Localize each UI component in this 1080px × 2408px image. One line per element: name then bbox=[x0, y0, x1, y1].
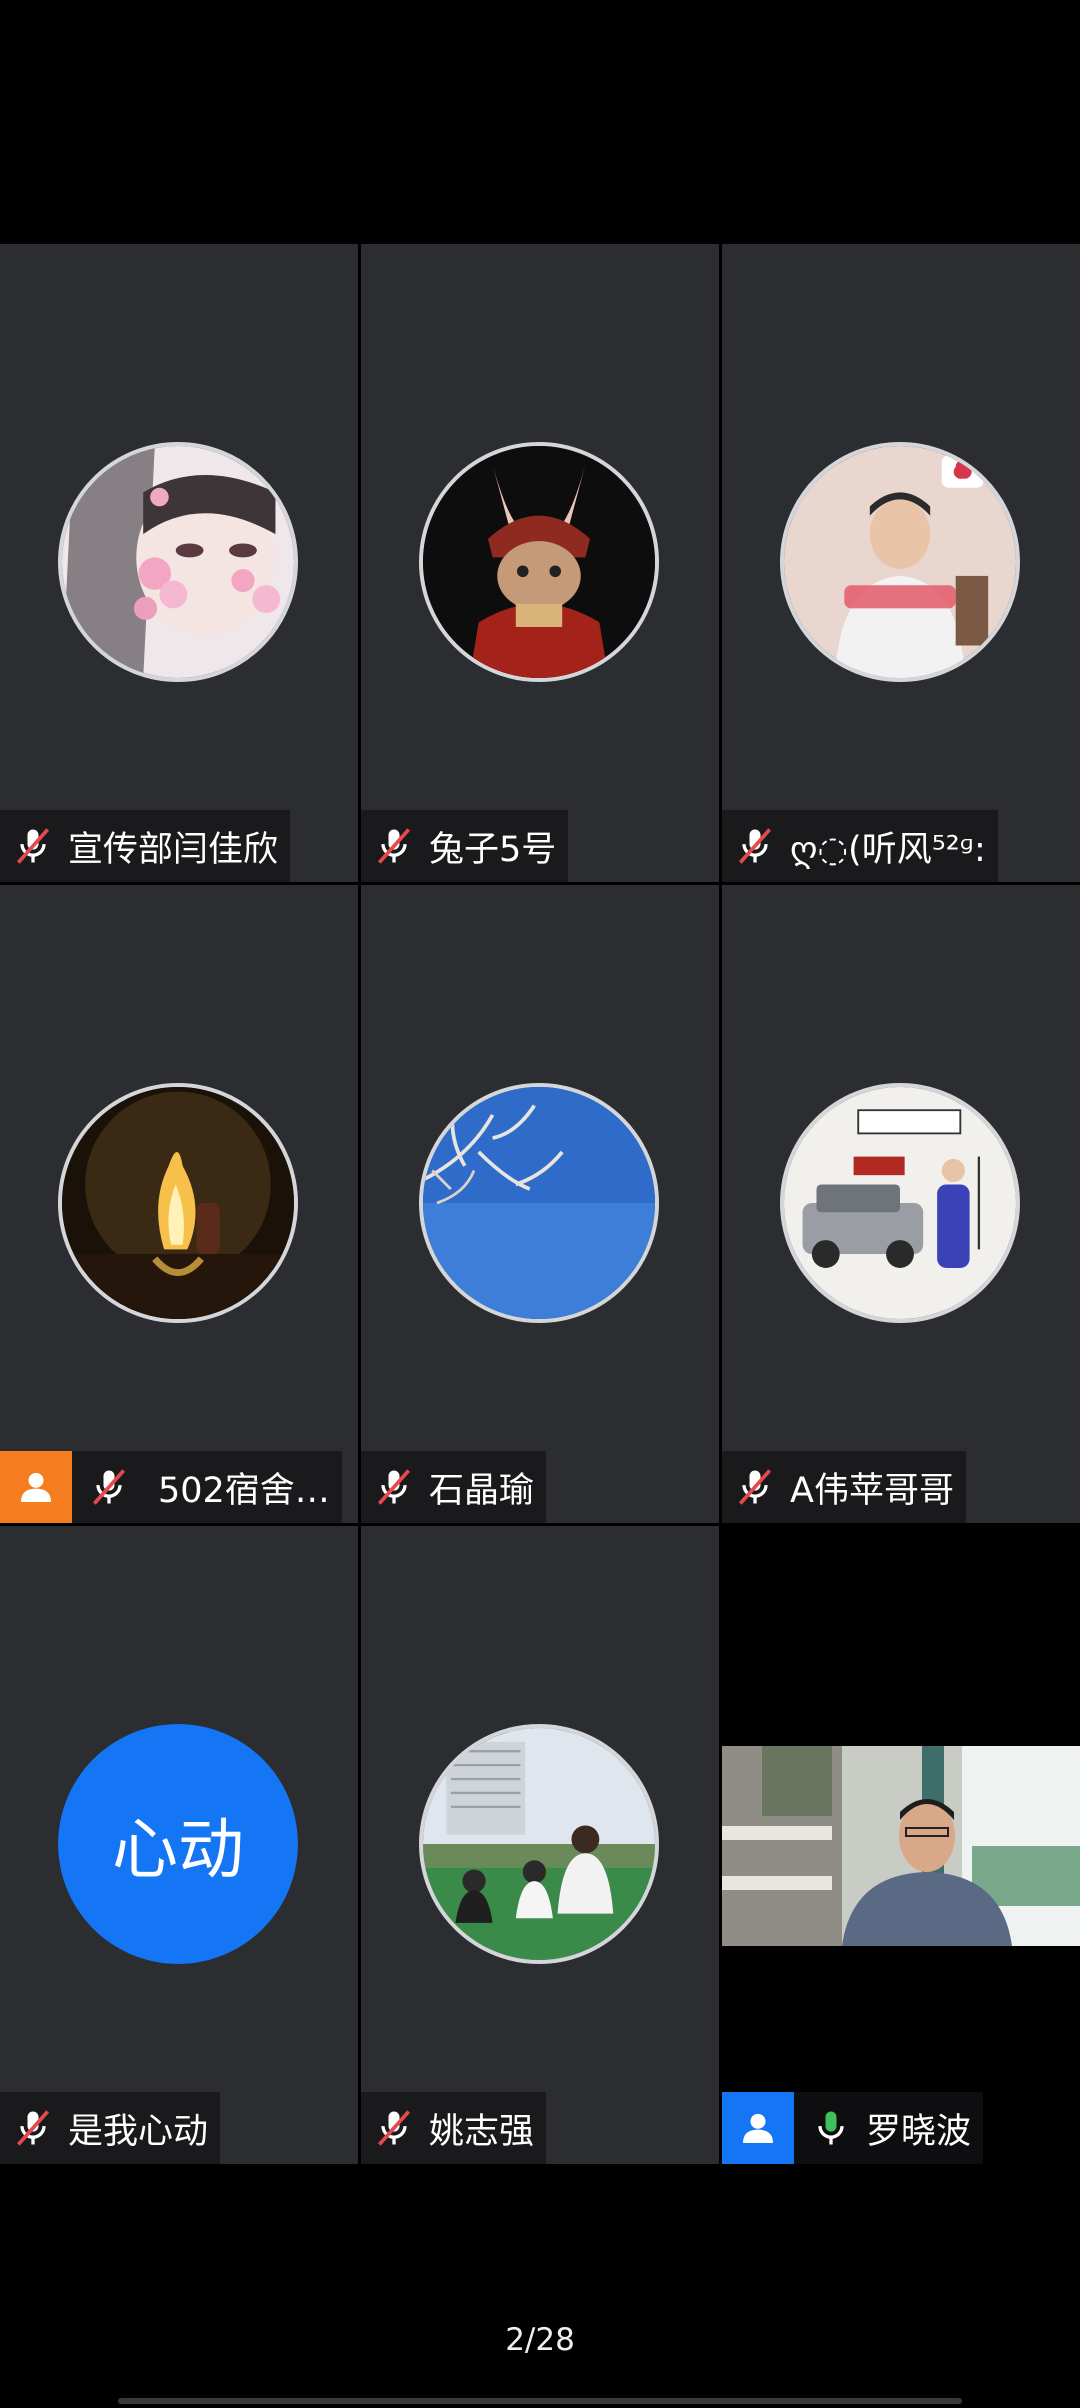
mic-muted-icon bbox=[369, 1462, 419, 1512]
participant-tile[interactable]: 姚志强 bbox=[361, 1526, 719, 2164]
avatar bbox=[419, 1724, 659, 1964]
car-poster-avatar bbox=[784, 1087, 1016, 1319]
name-badge: 石晶瑜 bbox=[361, 1451, 547, 1523]
name-badge: ღ◌(听风⁵²ᶢ: bbox=[722, 810, 998, 882]
participant-tile[interactable]: 石晶瑜 bbox=[361, 885, 719, 1523]
participant-name: 502宿舍… bbox=[158, 1470, 330, 1511]
mic-active-icon bbox=[806, 2103, 856, 2153]
avatar bbox=[419, 442, 659, 682]
live-camera-video bbox=[722, 1746, 1080, 1946]
participant-name: 姚志强 bbox=[429, 2111, 535, 2152]
participant-name: 兔子5号 bbox=[429, 829, 557, 870]
avatar bbox=[419, 1083, 659, 1323]
mic-muted-icon bbox=[369, 2103, 419, 2153]
grid-divider bbox=[0, 1523, 1080, 1526]
avatar bbox=[58, 442, 298, 682]
family-field-avatar bbox=[423, 1728, 655, 1960]
person-tag-icon bbox=[0, 1451, 72, 1523]
name-badge: 罗晓波 bbox=[722, 2092, 984, 2164]
participant-tile[interactable]: 罗晓波 bbox=[722, 1526, 1080, 2164]
participant-tile[interactable]: ღ◌(听风⁵²ᶢ: bbox=[722, 244, 1080, 882]
participant-tile[interactable]: A伟苹哥哥 bbox=[722, 885, 1080, 1523]
home-indicator[interactable] bbox=[118, 2398, 962, 2404]
avatar: 心动 bbox=[58, 1724, 298, 1964]
mic-muted-icon bbox=[8, 821, 58, 871]
participant-tile[interactable]: 兔子5号 bbox=[361, 244, 719, 882]
name-badge: 502宿舍… bbox=[0, 1451, 342, 1523]
participant-name: 是我心动 bbox=[68, 2111, 209, 2152]
participant-name: 罗晓波 bbox=[866, 2111, 972, 2152]
grid-divider bbox=[358, 244, 361, 2164]
name-badge: A伟苹哥哥 bbox=[722, 1451, 966, 1523]
avatar bbox=[780, 1083, 1020, 1323]
page-indicator: 2/28 bbox=[505, 2322, 575, 2358]
avatar bbox=[58, 1083, 298, 1323]
participant-name: 宣传部闫佳欣 bbox=[68, 829, 279, 870]
fire-moon-avatar bbox=[62, 1087, 294, 1319]
participant-grid: 宣传部闫佳欣 兔子5号 ღ◌(听风⁵²ᶢ: 502宿舍… 石晶瑜 A伟苹哥哥 心… bbox=[0, 244, 1080, 2164]
mic-muted-icon bbox=[8, 2103, 58, 2153]
avatar bbox=[780, 442, 1020, 682]
grid-divider bbox=[719, 244, 722, 2164]
participant-name: ღ◌(听风⁵²ᶢ: bbox=[790, 829, 986, 870]
mic-muted-icon bbox=[730, 1462, 780, 1512]
man-heart-avatar bbox=[784, 446, 1016, 678]
mic-muted-icon bbox=[369, 821, 419, 871]
mic-muted-icon bbox=[84, 1462, 134, 1512]
participant-tile[interactable]: 心动 是我心动 bbox=[0, 1526, 358, 2164]
participant-tile[interactable]: 502宿舍… bbox=[0, 885, 358, 1523]
name-badge: 宣传部闫佳欣 bbox=[0, 810, 291, 882]
mic-muted-icon bbox=[730, 821, 780, 871]
sky-branches-avatar bbox=[423, 1087, 655, 1319]
name-badge: 兔子5号 bbox=[361, 810, 569, 882]
avatar-initials: 心动 bbox=[58, 1724, 298, 1964]
participant-name: 石晶瑜 bbox=[429, 1470, 535, 1511]
name-badge: 是我心动 bbox=[0, 2092, 221, 2164]
girl-flowers-avatar bbox=[62, 446, 294, 678]
grid-divider bbox=[0, 882, 1080, 885]
person-tag-icon bbox=[722, 2092, 794, 2164]
rabbit-warrior-avatar bbox=[423, 446, 655, 678]
participant-tile[interactable]: 宣传部闫佳欣 bbox=[0, 244, 358, 882]
name-badge: 姚志强 bbox=[361, 2092, 547, 2164]
participant-name: A伟苹哥哥 bbox=[790, 1470, 954, 1511]
